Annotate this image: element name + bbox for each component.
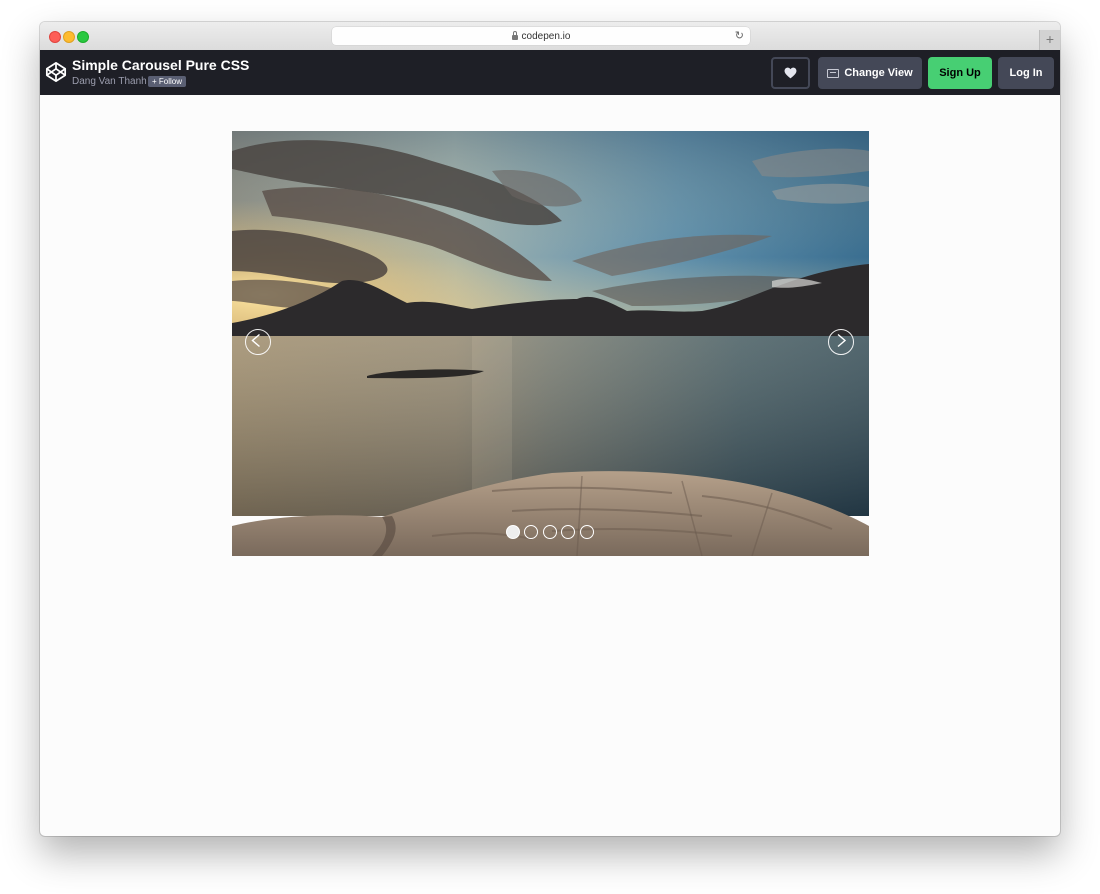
- log-in-button[interactable]: Log In: [998, 57, 1054, 89]
- sign-up-button[interactable]: Sign Up: [928, 57, 992, 89]
- change-view-label: Change View: [844, 67, 913, 79]
- carousel-next-button[interactable]: [828, 329, 854, 355]
- heart-button[interactable]: [771, 57, 810, 89]
- reload-icon[interactable]: ↻: [735, 29, 744, 42]
- carousel-dot-4[interactable]: [561, 525, 575, 539]
- codepen-logo-icon[interactable]: [45, 61, 67, 83]
- carousel-pagination: [506, 525, 596, 541]
- codepen-header: Simple Carousel Pure CSS Dang Van Thanh …: [40, 50, 1060, 95]
- chevron-right-icon: [837, 333, 847, 348]
- layout-icon: [827, 68, 840, 78]
- carousel-slide-image: [232, 131, 869, 556]
- heart-icon: [784, 67, 797, 79]
- close-window-button[interactable]: [49, 31, 61, 43]
- zoom-window-button[interactable]: [77, 31, 89, 43]
- pen-title: Simple Carousel Pure CSS: [72, 57, 250, 73]
- lock-icon: [511, 30, 518, 40]
- carousel-dot-3[interactable]: [543, 525, 557, 539]
- address-bar-url: codepen.io: [521, 30, 571, 42]
- minimize-window-button[interactable]: [63, 31, 75, 43]
- browser-titlebar: codepen.io ↻ +: [40, 22, 1060, 51]
- carousel-dot-1[interactable]: [506, 525, 520, 539]
- new-tab-button[interactable]: +: [1039, 30, 1060, 50]
- chevron-left-icon: [251, 333, 260, 348]
- change-view-button[interactable]: Change View: [818, 57, 922, 89]
- carousel-prev-button[interactable]: [245, 329, 271, 355]
- address-bar[interactable]: codepen.io ↻: [332, 27, 750, 45]
- author-name[interactable]: Dang Van Thanh: [72, 76, 147, 87]
- browser-window: codepen.io ↻ + Simple Carousel Pure CSS …: [40, 22, 1060, 836]
- carousel: [232, 131, 869, 556]
- follow-button[interactable]: + Follow: [148, 76, 187, 87]
- carousel-dot-2[interactable]: [524, 525, 538, 539]
- carousel-dot-5[interactable]: [580, 525, 594, 539]
